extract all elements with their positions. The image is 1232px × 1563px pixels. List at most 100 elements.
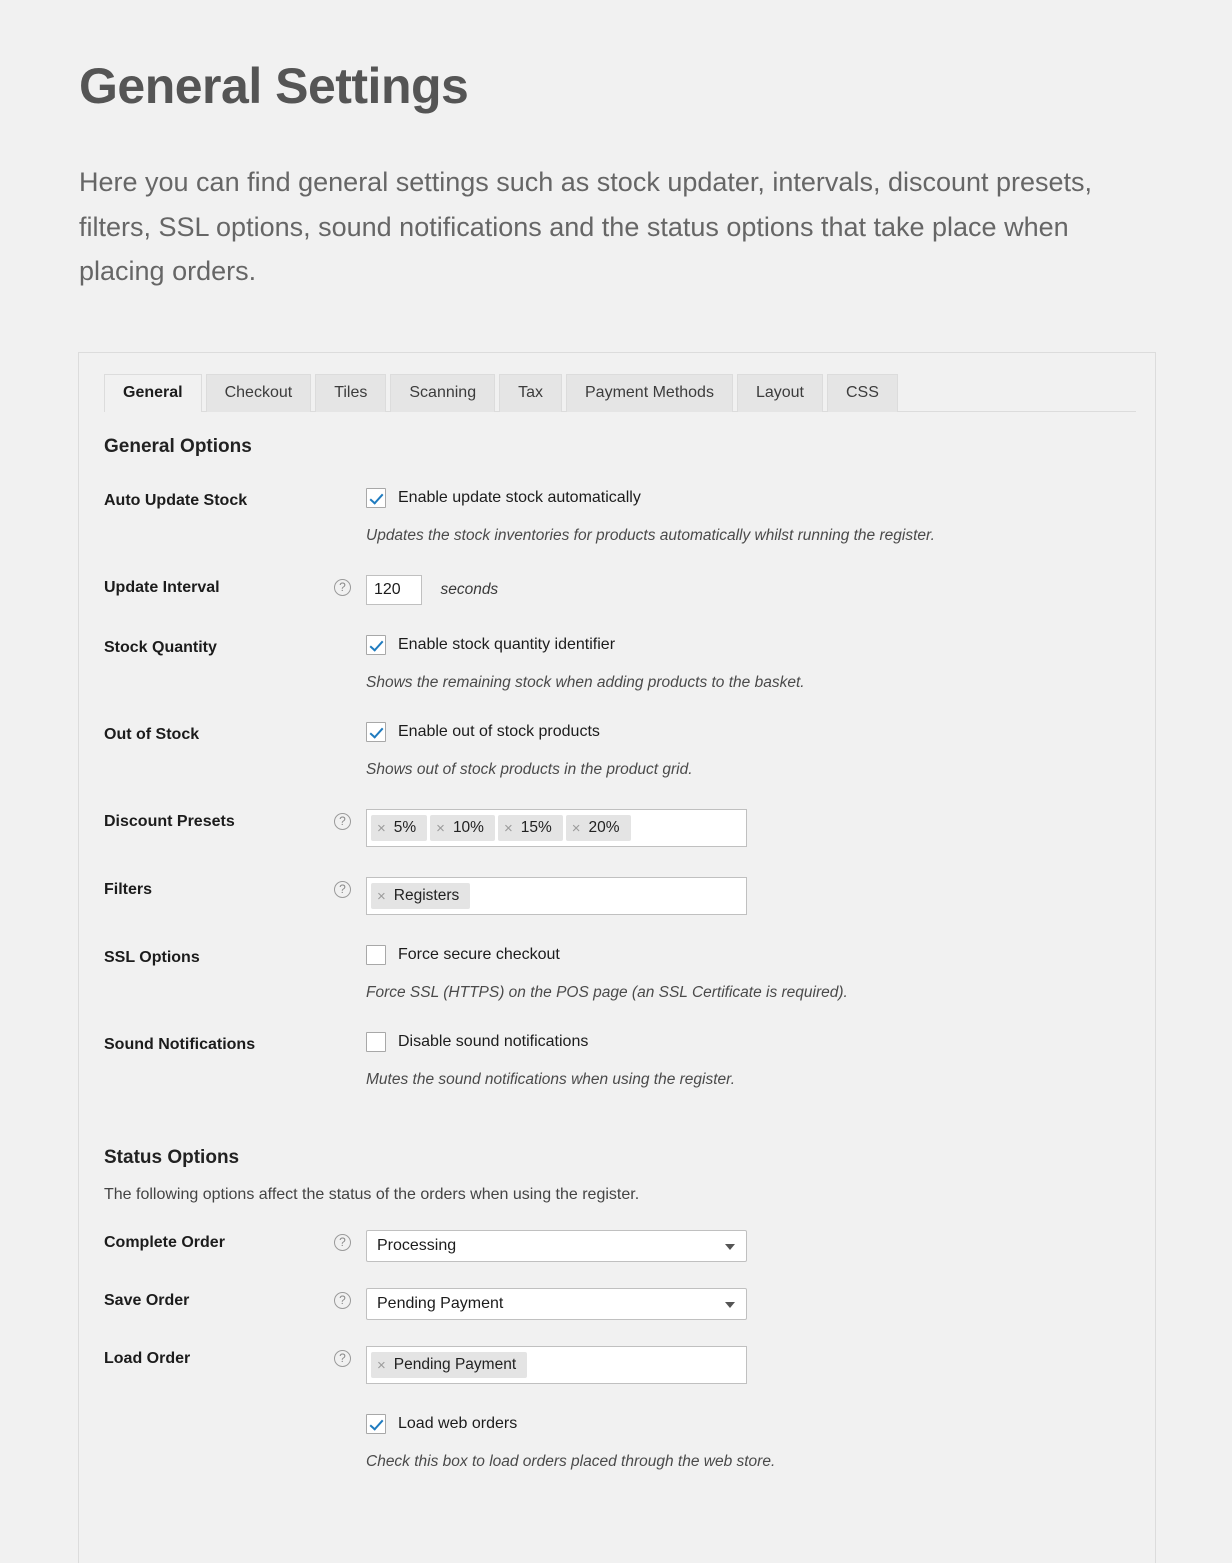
field-save-order: Save Order ? Pending Payment	[104, 1288, 1130, 1320]
description-stock-quantity: Shows the remaining stock when adding pr…	[366, 674, 805, 691]
checkbox-label-ssl-options: Force secure checkout	[398, 946, 560, 963]
tab-tax[interactable]: Tax	[499, 374, 562, 412]
discount-presets-tagfield[interactable]: × 5% × 10% × 15% × 20%	[366, 809, 747, 847]
tag-remove-icon[interactable]: ×	[504, 821, 513, 836]
description-ssl-options: Force SSL (HTTPS) on the POS page (an SS…	[366, 984, 848, 1001]
complete-order-selected-value: Processing	[377, 1237, 457, 1254]
checkbox-load-web-orders[interactable]	[366, 1414, 386, 1434]
help-slot-update-interval: ?	[334, 575, 366, 597]
tag-label: 20%	[588, 819, 620, 836]
tag-item[interactable]: × 15%	[497, 815, 563, 841]
help-icon-update-interval[interactable]: ?	[334, 579, 351, 597]
description-auto-update-stock: Updates the stock inventories for produc…	[366, 527, 935, 544]
checkbox-row-auto-update-stock[interactable]: Enable update stock automatically	[366, 488, 1130, 508]
description-out-of-stock: Shows out of stock products in the produ…	[366, 761, 693, 778]
tab-general[interactable]: General	[104, 374, 202, 413]
tab-css[interactable]: CSS	[827, 374, 898, 412]
field-filters: Filters ? × Registers	[104, 877, 1130, 915]
field-sound-notifications: Sound Notifications Disable sound notifi…	[104, 1032, 1130, 1089]
checkbox-label-auto-update-stock: Enable update stock automatically	[398, 489, 641, 506]
help-slot-complete-order: ?	[334, 1230, 366, 1252]
tag-remove-icon[interactable]: ×	[436, 821, 445, 836]
status-options-subtitle: The following options affect the status …	[104, 1186, 640, 1203]
checkbox-row-sound-notifications[interactable]: Disable sound notifications	[366, 1032, 1130, 1052]
control-filters: × Registers	[366, 877, 1130, 915]
control-complete-order: Processing	[366, 1230, 1130, 1262]
tab-tiles[interactable]: Tiles	[315, 374, 387, 412]
label-auto-update-stock: Auto Update Stock	[104, 492, 248, 509]
save-order-selected-value: Pending Payment	[377, 1295, 504, 1312]
tag-remove-icon[interactable]: ×	[377, 889, 386, 904]
load-order-tagfield[interactable]: × Pending Payment	[366, 1346, 747, 1384]
complete-order-select[interactable]: Processing	[366, 1230, 747, 1262]
tab-payment-methods[interactable]: Payment Methods	[566, 374, 733, 412]
tag-item[interactable]: × 5%	[371, 815, 428, 841]
tag-label: 5%	[393, 819, 417, 836]
load-web-orders-block: Load web orders Check this box to load o…	[366, 1414, 1130, 1471]
tag-remove-icon[interactable]: ×	[377, 821, 386, 836]
label-save-order: Save Order	[104, 1292, 190, 1309]
checkbox-row-ssl-options[interactable]: Force secure checkout	[366, 945, 1130, 965]
help-icon-discount-presets[interactable]: ?	[334, 813, 351, 831]
label-out-of-stock: Out of Stock	[104, 726, 200, 743]
tag-item[interactable]: × 10%	[430, 815, 495, 841]
tag-remove-icon[interactable]: ×	[572, 821, 581, 836]
help-slot-empty	[334, 945, 366, 949]
help-slot-save-order: ?	[334, 1288, 366, 1310]
label-sound-notifications: Sound Notifications	[104, 1036, 256, 1053]
tag-label: 10%	[452, 819, 484, 836]
tag-item[interactable]: × 20%	[565, 815, 631, 841]
checkbox-label-out-of-stock: Enable out of stock products	[398, 723, 600, 740]
checkbox-label-sound-notifications: Disable sound notifications	[398, 1033, 589, 1050]
help-slot-empty	[334, 635, 366, 639]
label-filters: Filters	[104, 881, 153, 898]
checkbox-auto-update-stock[interactable]	[366, 488, 386, 508]
update-interval-input[interactable]	[366, 575, 422, 605]
control-stock-quantity: Enable stock quantity identifier Shows t…	[366, 635, 1130, 692]
help-slot-filters: ?	[334, 877, 366, 899]
field-discount-presets: Discount Presets ? × 5% × 10% × 15% × 20%	[104, 809, 1130, 847]
help-slot-discount-presets: ?	[334, 809, 366, 831]
field-load-order: Load Order ? × Pending Payment Load web o…	[104, 1346, 1130, 1471]
label-load-order: Load Order	[104, 1350, 191, 1367]
control-load-order: × Pending Payment Load web orders Check t…	[366, 1346, 1130, 1471]
checkbox-sound-notifications[interactable]	[366, 1032, 386, 1052]
checkbox-row-out-of-stock[interactable]: Enable out of stock products	[366, 722, 1130, 742]
description-sound-notifications: Mutes the sound notifications when using…	[366, 1071, 736, 1088]
checkbox-row-load-web-orders[interactable]: Load web orders	[366, 1414, 1130, 1434]
checkbox-row-stock-quantity[interactable]: Enable stock quantity identifier	[366, 635, 1130, 655]
save-order-select[interactable]: Pending Payment	[366, 1288, 747, 1320]
tag-item[interactable]: × Pending Payment	[371, 1352, 528, 1378]
tag-item[interactable]: × Registers	[371, 883, 471, 909]
tag-label: Registers	[393, 887, 460, 904]
checkbox-stock-quantity[interactable]	[366, 635, 386, 655]
checkbox-label-load-web-orders: Load web orders	[398, 1415, 518, 1432]
control-save-order: Pending Payment	[366, 1288, 1130, 1320]
help-icon-filters[interactable]: ?	[334, 881, 351, 899]
field-update-interval: Update Interval ? seconds	[104, 575, 1130, 605]
tab-layout[interactable]: Layout	[736, 374, 823, 412]
label-complete-order: Complete Order	[104, 1234, 225, 1251]
field-ssl-options: SSL Options Force secure checkout Force …	[104, 945, 1130, 1002]
control-update-interval: seconds	[366, 575, 1130, 605]
page-title: General Settings	[79, 58, 469, 114]
label-ssl-options: SSL Options	[104, 949, 200, 966]
help-icon-load-order[interactable]: ?	[334, 1350, 351, 1368]
control-out-of-stock: Enable out of stock products Shows out o…	[366, 722, 1130, 779]
help-icon-save-order[interactable]: ?	[334, 1292, 351, 1310]
tag-label: Pending Payment	[393, 1356, 517, 1373]
control-auto-update-stock: Enable update stock automatically Update…	[366, 488, 1130, 545]
status-options-heading: Status Options	[104, 1147, 240, 1168]
checkbox-out-of-stock[interactable]	[366, 722, 386, 742]
label-update-interval: Update Interval	[104, 579, 220, 596]
help-slot-empty	[334, 488, 366, 492]
tab-scanning[interactable]: Scanning	[390, 374, 496, 412]
general-options-heading: General Options	[104, 436, 252, 457]
checkbox-ssl-options[interactable]	[366, 945, 386, 965]
tab-checkout[interactable]: Checkout	[205, 374, 312, 412]
filters-tagfield[interactable]: × Registers	[366, 877, 747, 915]
help-icon-complete-order[interactable]: ?	[334, 1234, 351, 1252]
update-interval-unit: seconds	[440, 581, 499, 598]
field-stock-quantity: Stock Quantity Enable stock quantity ide…	[104, 635, 1130, 692]
tag-remove-icon[interactable]: ×	[377, 1358, 386, 1373]
